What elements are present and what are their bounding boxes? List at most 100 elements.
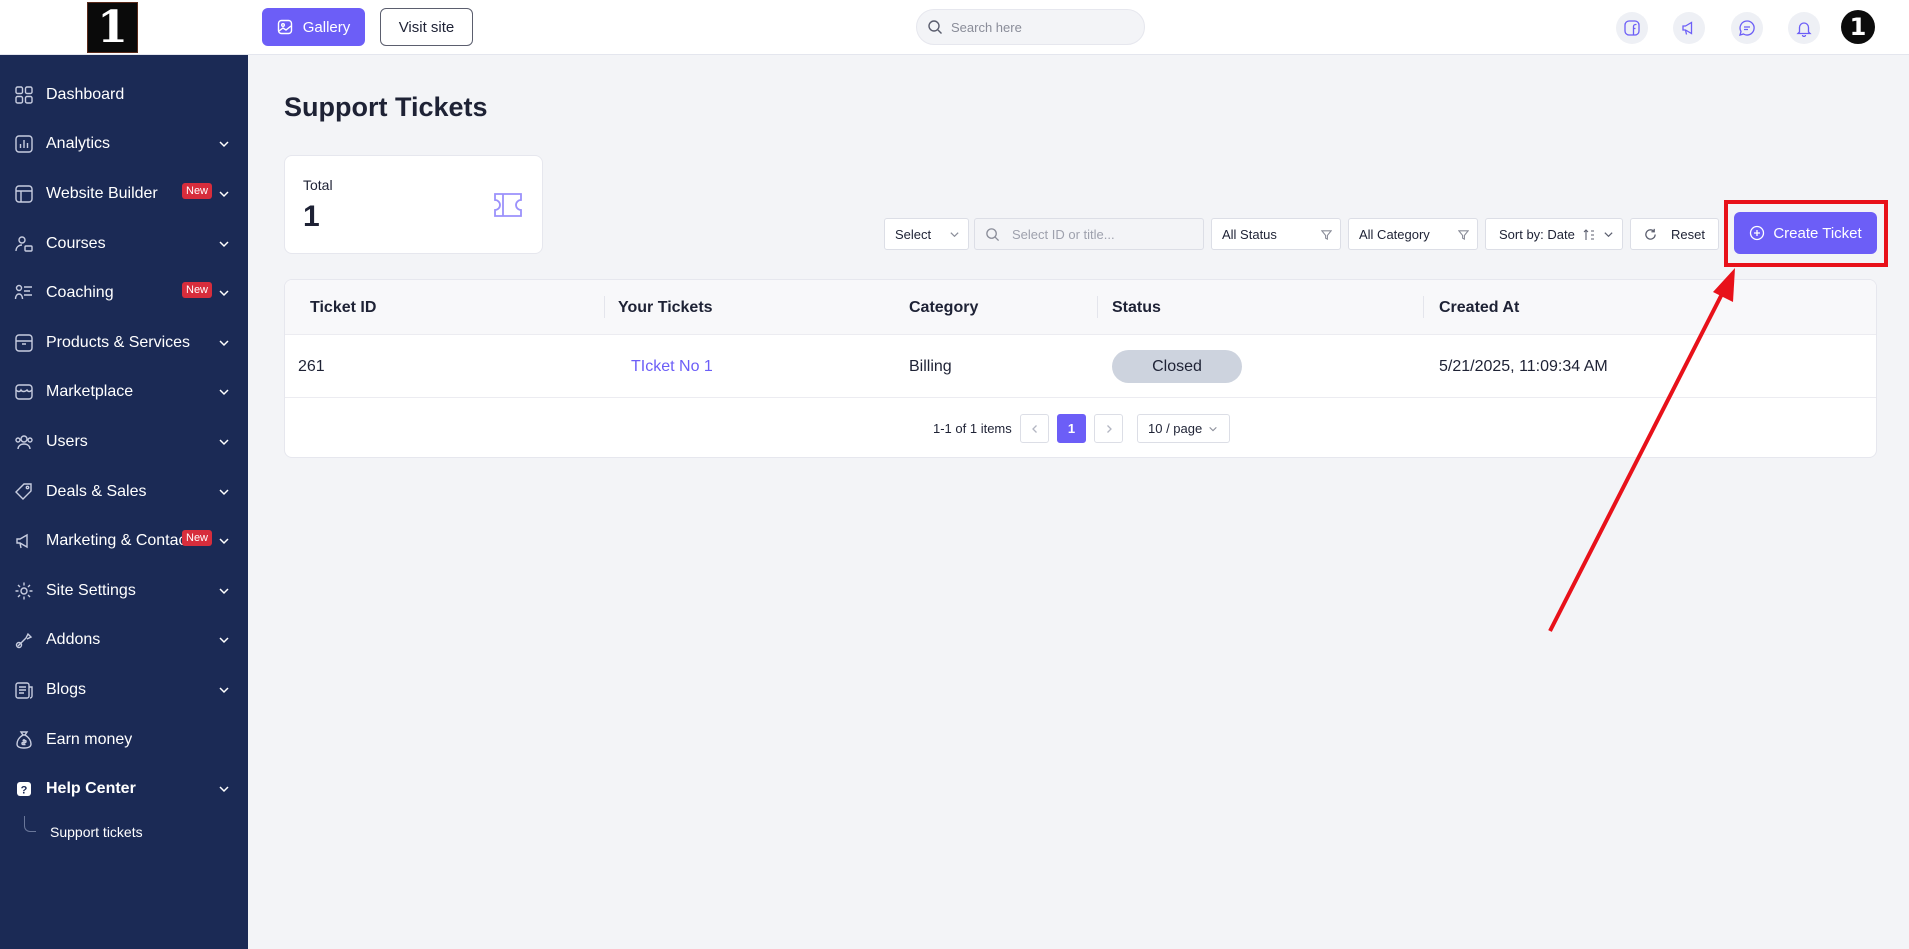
sidebar-item-label: Earn money [46, 730, 133, 748]
courses-icon [15, 235, 33, 252]
sidebar-item-label: Dashboard [46, 85, 125, 103]
sidebar-item-coaching[interactable]: Coaching New [0, 268, 248, 318]
column-divider [1423, 296, 1424, 318]
sidebar-item-site-settings[interactable]: Site Settings [0, 566, 248, 616]
chevron-right-icon [1106, 424, 1112, 433]
ticket-icon [494, 193, 522, 217]
chevron-down-icon [219, 241, 229, 247]
search-input[interactable] [951, 19, 1121, 35]
sidebar-nav: Dashboard Analytics Website Builder New … [0, 70, 248, 850]
sidebar-item-label: Products & Services [46, 333, 191, 351]
sidebar-item-users[interactable]: Users [0, 417, 248, 467]
sidebar-item-label: Site Settings [46, 581, 136, 599]
pagination: 1-1 of 1 items 1 10 / page [285, 414, 1876, 444]
total-tickets-card: Total 1 [284, 155, 543, 254]
ticket-created-cell: 5/21/2025, 11:09:34 AM [1439, 358, 1608, 375]
category-filter[interactable]: All Category [1348, 218, 1478, 250]
chevron-down-icon [219, 489, 229, 495]
top-bar: Gallery Visit site 1 [248, 0, 1909, 55]
global-search[interactable] [916, 9, 1145, 45]
tree-connector [24, 815, 36, 832]
pagination-summary: 1-1 of 1 items [933, 421, 1012, 436]
column-header-status[interactable]: Status [1112, 280, 1161, 335]
notifications-button[interactable] [1788, 12, 1820, 44]
select-dropdown-label: Select [895, 226, 932, 242]
sort-dropdown[interactable]: Sort by: Date [1485, 218, 1623, 250]
help-icon: ? [17, 782, 31, 797]
column-header-ticket-id[interactable]: Ticket ID [310, 280, 376, 335]
megaphone-icon [1682, 21, 1693, 35]
next-page-button[interactable] [1094, 414, 1123, 443]
column-divider [604, 296, 605, 318]
category-filter-label: All Category [1359, 226, 1430, 242]
sidebar-item-label: Users [46, 432, 88, 450]
page-1-button[interactable]: 1 [1057, 414, 1086, 443]
facebook-button[interactable] [1616, 12, 1648, 44]
select-dropdown[interactable]: Select [884, 218, 969, 250]
new-badge: New [182, 183, 213, 200]
sidebar-item-products[interactable]: Products & Services [0, 318, 248, 368]
sidebar-item-courses[interactable]: Courses [0, 219, 248, 269]
sidebar-item-deals[interactable]: Deals & Sales [0, 467, 248, 517]
user-avatar[interactable]: 1 [1841, 10, 1875, 44]
sidebar-item-website-builder[interactable]: Website Builder New [0, 169, 248, 219]
chevron-down-icon [219, 439, 229, 446]
sidebar-item-earn-money[interactable]: Earn money [0, 715, 248, 765]
sidebar-item-label: Help Center [46, 780, 136, 798]
marketplace-icon [15, 384, 33, 401]
ticket-category-cell: Billing [909, 358, 952, 375]
sidebar-item-help-center[interactable]: ? Help Center [0, 764, 248, 814]
new-badge: New [182, 530, 213, 547]
facebook-icon [1624, 20, 1640, 36]
create-ticket-label: Create Ticket [1773, 224, 1862, 242]
column-header-your-tickets[interactable]: Your Tickets [618, 280, 713, 335]
brand-logo[interactable]: 1 [87, 2, 138, 53]
sidebar-item-label: Addons [46, 631, 101, 649]
sidebar-subitem-support-tickets[interactable]: Support tickets [0, 814, 248, 850]
reset-button[interactable]: Reset [1630, 218, 1719, 250]
logo-area: 1 [0, 0, 248, 55]
chevron-down-icon [219, 687, 229, 693]
status-filter[interactable]: All Status [1211, 218, 1341, 250]
sidebar-item-dashboard[interactable]: Dashboard [0, 70, 248, 120]
sidebar-item-label: Marketplace [46, 383, 134, 401]
sidebar-item-label: Coaching [46, 284, 114, 302]
ticket-search-input[interactable] [1012, 226, 1187, 242]
dashboard-icon [15, 86, 33, 104]
column-header-category[interactable]: Category [909, 280, 978, 335]
total-value: 1 [303, 200, 320, 233]
page-size-select[interactable]: 10 / page [1137, 414, 1230, 443]
gallery-button[interactable]: Gallery [262, 8, 365, 46]
announcements-button[interactable] [1673, 12, 1705, 44]
column-header-created-at[interactable]: Created At [1439, 280, 1519, 335]
svg-text:?: ? [21, 785, 28, 797]
sidebar-item-marketplace[interactable]: Marketplace [0, 368, 248, 418]
sort-icon [1583, 229, 1594, 240]
page-title: Support Tickets [284, 92, 488, 122]
sidebar-item-marketing[interactable]: Marketing & Contacts New [0, 516, 248, 566]
table-row[interactable]: 261 TIcket No 1 Billing Closed 5/21/2025… [285, 335, 1876, 398]
sidebar-item-label: Deals & Sales [46, 482, 147, 500]
ticket-search-field[interactable] [974, 218, 1204, 250]
chevron-left-icon [1031, 424, 1037, 433]
previous-page-button[interactable] [1020, 414, 1049, 443]
messages-button[interactable] [1731, 12, 1763, 44]
chevron-down-icon [219, 191, 229, 198]
sidebar-item-blogs[interactable]: Blogs [0, 665, 248, 715]
sidebar-item-analytics[interactable]: Analytics [0, 120, 248, 170]
bell-icon [1796, 22, 1812, 37]
users-icon [15, 435, 33, 450]
products-icon [15, 334, 33, 352]
marketing-icon [16, 533, 28, 549]
annotation-arrow [1548, 268, 1735, 632]
sidebar-item-label: Website Builder [46, 184, 158, 202]
visit-site-button[interactable]: Visit site [380, 8, 473, 46]
create-ticket-button[interactable]: Create Ticket [1734, 212, 1877, 254]
search-icon [928, 20, 942, 34]
chevron-down-icon [219, 637, 229, 644]
ticket-title-link[interactable]: TIcket No 1 [631, 335, 713, 398]
plus-circle-icon [1750, 225, 1765, 241]
settings-icon [15, 582, 33, 600]
sidebar-item-addons[interactable]: Addons [0, 616, 248, 666]
sort-label: Sort by: Date [1499, 226, 1575, 242]
